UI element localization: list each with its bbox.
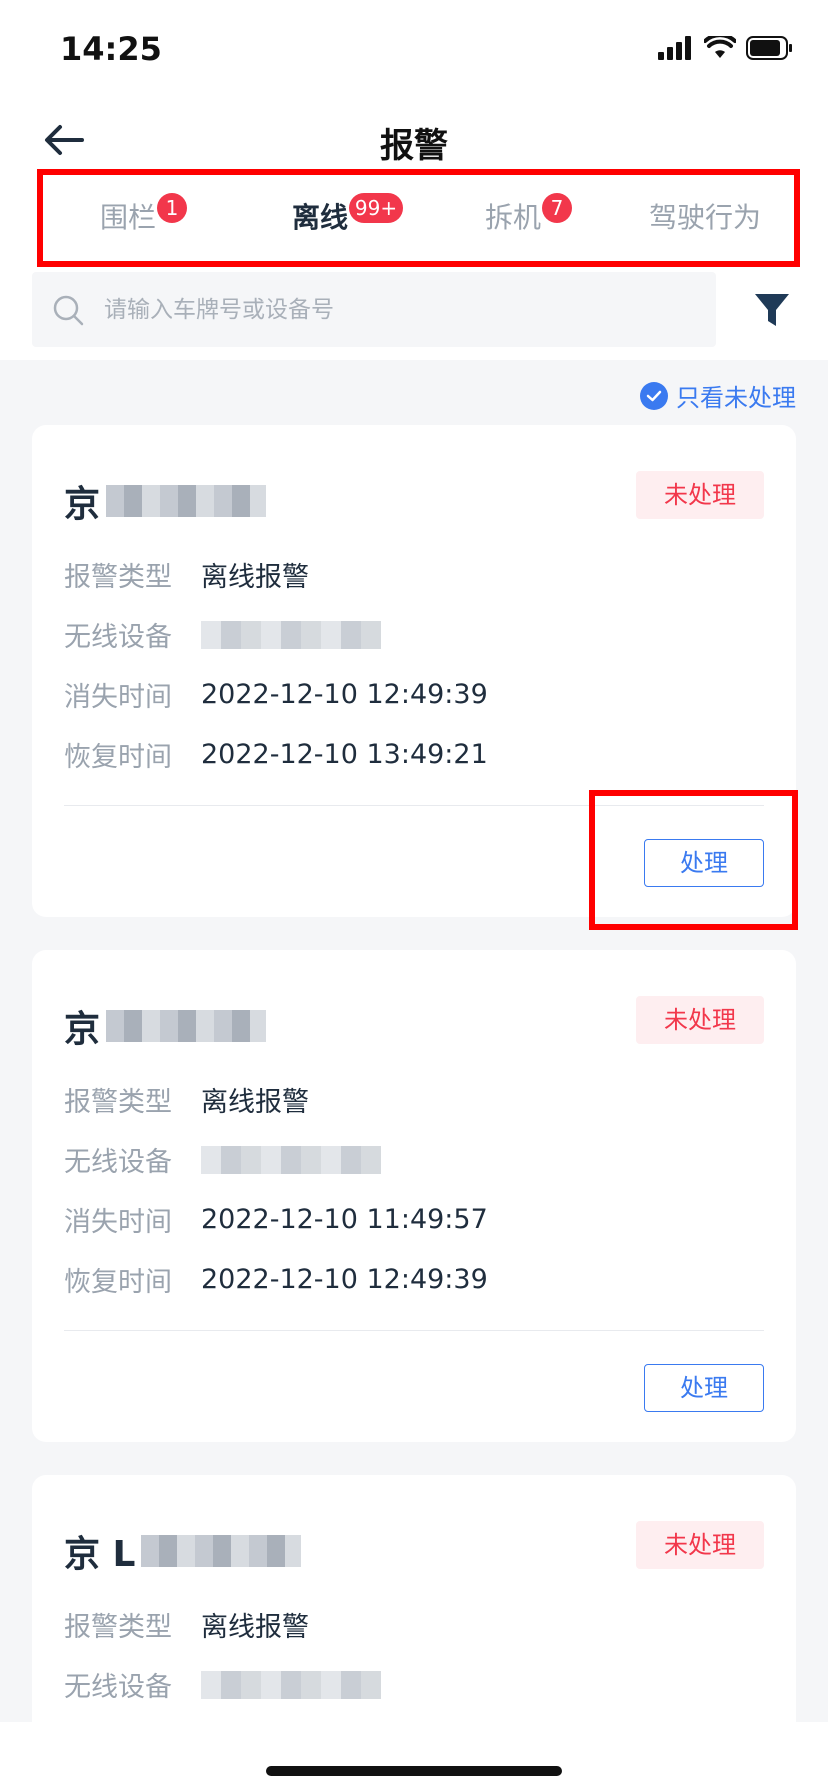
battery-icon <box>746 36 792 60</box>
field-label: 无线设备 <box>64 622 172 653</box>
field-label: 报警类型 <box>64 1612 172 1643</box>
filter-icon[interactable] <box>752 290 792 330</box>
plate-redacted <box>141 1535 302 1567</box>
plate-text: 京 <box>64 1009 101 1050</box>
process-button-highlight-box <box>589 790 798 930</box>
field-value: 2022-12-10 12:49:39 <box>201 1264 488 1295</box>
field-label: 报警类型 <box>64 562 172 593</box>
search-input[interactable] <box>104 294 684 326</box>
alarm-type-row: 报警类型 离线报警 <box>64 1605 309 1644</box>
wifi-icon <box>704 36 736 58</box>
plate-redacted <box>106 1010 267 1042</box>
device-row: 无线设备 <box>64 1665 381 1704</box>
device-redacted <box>201 1670 381 1699</box>
field-label: 消失时间 <box>64 1207 172 1238</box>
search-icon <box>53 295 84 326</box>
plate-number: 京 <box>64 475 267 527</box>
alarm-type-row: 报警类型 离线报警 <box>64 555 309 594</box>
tabs-highlight-box <box>37 169 800 267</box>
field-value: 离线报警 <box>201 562 309 593</box>
lost-time-row: 消失时间 2022-12-10 12:49:39 <box>64 675 488 714</box>
status-badge: 未处理 <box>636 1521 764 1569</box>
plate-text: 京 L <box>64 1534 136 1575</box>
check-circle-icon <box>640 381 668 410</box>
home-indicator-area <box>0 1722 828 1792</box>
field-label: 恢复时间 <box>64 1267 172 1298</box>
alarm-type-row: 报警类型 离线报警 <box>64 1080 309 1119</box>
plate-number: 京 L <box>64 1525 302 1577</box>
process-button[interactable]: 处理 <box>644 1364 764 1412</box>
device-row: 无线设备 <box>64 615 381 654</box>
home-indicator[interactable] <box>266 1766 562 1776</box>
plate-text: 京 <box>64 484 101 525</box>
signal-icon <box>658 36 691 60</box>
only-unprocessed-label: 只看未处理 <box>676 384 796 412</box>
field-label: 消失时间 <box>64 682 172 713</box>
status-bar: 14:25 <box>0 0 828 100</box>
recover-time-row: 恢复时间 2022-12-10 12:49:39 <box>64 1260 488 1299</box>
field-value: 离线报警 <box>201 1612 309 1643</box>
device-redacted <box>201 620 381 649</box>
alarm-card: 京 未处理 报警类型 离线报警 无线设备 消失时间 2022-12-10 11:… <box>32 950 796 1442</box>
field-label: 无线设备 <box>64 1672 172 1703</box>
plate-number: 京 <box>64 1000 267 1052</box>
status-badge: 未处理 <box>636 471 764 519</box>
field-value: 2022-12-10 13:49:21 <box>201 739 488 770</box>
device-row: 无线设备 <box>64 1140 381 1179</box>
plate-redacted <box>106 485 267 517</box>
status-badge: 未处理 <box>636 996 764 1044</box>
field-label: 报警类型 <box>64 1087 172 1118</box>
divider <box>64 1330 764 1331</box>
device-redacted <box>201 1145 381 1174</box>
status-icons <box>658 36 794 60</box>
field-value: 2022-12-10 11:49:57 <box>201 1204 488 1235</box>
field-value: 离线报警 <box>201 1087 309 1118</box>
lost-time-row: 消失时间 2022-12-10 11:49:57 <box>64 1200 488 1239</box>
recover-time-row: 恢复时间 2022-12-10 13:49:21 <box>64 735 488 774</box>
field-label: 恢复时间 <box>64 742 172 773</box>
only-unprocessed-toggle[interactable]: 只看未处理 <box>640 378 796 413</box>
field-label: 无线设备 <box>64 1147 172 1178</box>
status-time: 14:25 <box>60 30 162 68</box>
field-value: 2022-12-10 12:49:39 <box>201 679 488 710</box>
page-title: 报警 <box>380 126 448 166</box>
